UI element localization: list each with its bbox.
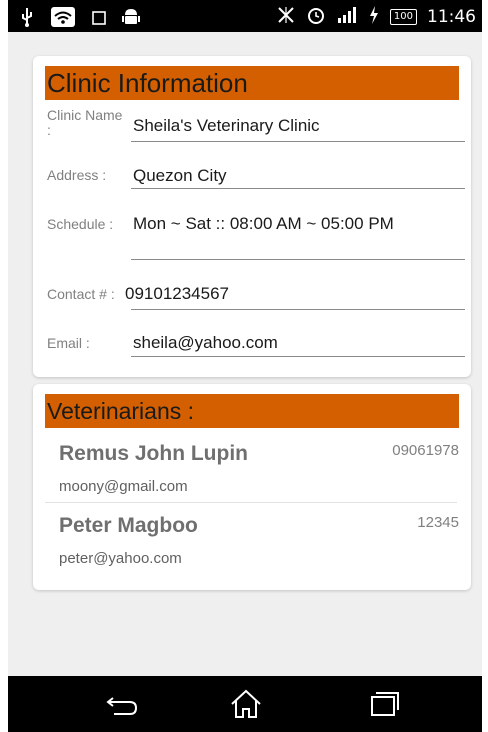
recents-icon[interactable] — [366, 688, 402, 720]
contact-field: Contact # : 09101234567 — [45, 284, 465, 314]
underline — [131, 309, 465, 310]
app-screen: 100 11:46 Clinic Information Clinic Name… — [8, 0, 482, 732]
vet-phone: 09061978 — [392, 442, 459, 459]
clinic-name-label: Clinic Name : — [47, 107, 123, 138]
home-icon[interactable] — [228, 688, 264, 720]
alarm-icon — [306, 5, 326, 29]
list-divider — [45, 502, 457, 503]
android-icon — [122, 7, 140, 31]
battery-icon: 100 — [389, 9, 417, 25]
signal-icon — [336, 5, 358, 29]
veterinarians-card: Veterinarians : Remus John Lupin 0906197… — [33, 384, 471, 590]
veterinarians-title: Veterinarians : — [45, 394, 459, 428]
clinic-info-card: Clinic Information Clinic Name : Sheila'… — [33, 56, 471, 377]
schedule-value: Mon ~ Sat :: 08:00 AM ~ 05:00 PM — [133, 214, 394, 233]
email-label: Email : — [47, 335, 90, 351]
usb-icon — [20, 7, 34, 31]
email-value: sheila@yahoo.com — [133, 333, 278, 352]
schedule-label: Schedule : — [47, 216, 114, 232]
contact-value: 09101234567 — [125, 284, 230, 303]
charging-icon — [368, 5, 380, 29]
list-item[interactable]: Peter Magboo 12345 peter@yahoo.com — [45, 504, 459, 572]
clinic-info-title: Clinic Information — [45, 66, 459, 100]
status-bar: 100 11:46 — [8, 0, 482, 32]
vet-email: peter@yahoo.com — [59, 550, 182, 567]
vet-name: Remus John Lupin — [59, 442, 248, 465]
navigation-bar — [8, 676, 482, 732]
underline — [131, 141, 465, 142]
address-label: Address : — [47, 167, 107, 183]
email-field: Email : sheila@yahoo.com — [45, 332, 465, 362]
address-field: Address : Quezon City — [45, 164, 465, 198]
underline — [131, 356, 465, 357]
underline — [131, 188, 465, 189]
list-item[interactable]: Remus John Lupin 09061978 moony@gmail.co… — [45, 434, 459, 502]
status-time: 11:46 — [427, 7, 476, 27]
wifi-icon — [50, 6, 76, 32]
address-value: Quezon City — [133, 166, 227, 185]
underline — [131, 259, 465, 260]
schedule-field: Schedule : Mon ~ Sat :: 08:00 AM ~ 05:00… — [45, 214, 465, 260]
vibrate-off-icon — [276, 5, 296, 29]
vet-email: moony@gmail.com — [59, 478, 188, 495]
contact-label: Contact # : — [47, 286, 115, 302]
clinic-name-field: Clinic Name : Sheila's Veterinary Clinic — [45, 107, 465, 142]
vet-name: Peter Magboo — [59, 514, 198, 537]
back-icon[interactable] — [104, 688, 140, 720]
square-icon — [92, 10, 106, 29]
vet-phone: 12345 — [417, 514, 459, 531]
clinic-name-value: Sheila's Veterinary Clinic — [133, 116, 320, 135]
